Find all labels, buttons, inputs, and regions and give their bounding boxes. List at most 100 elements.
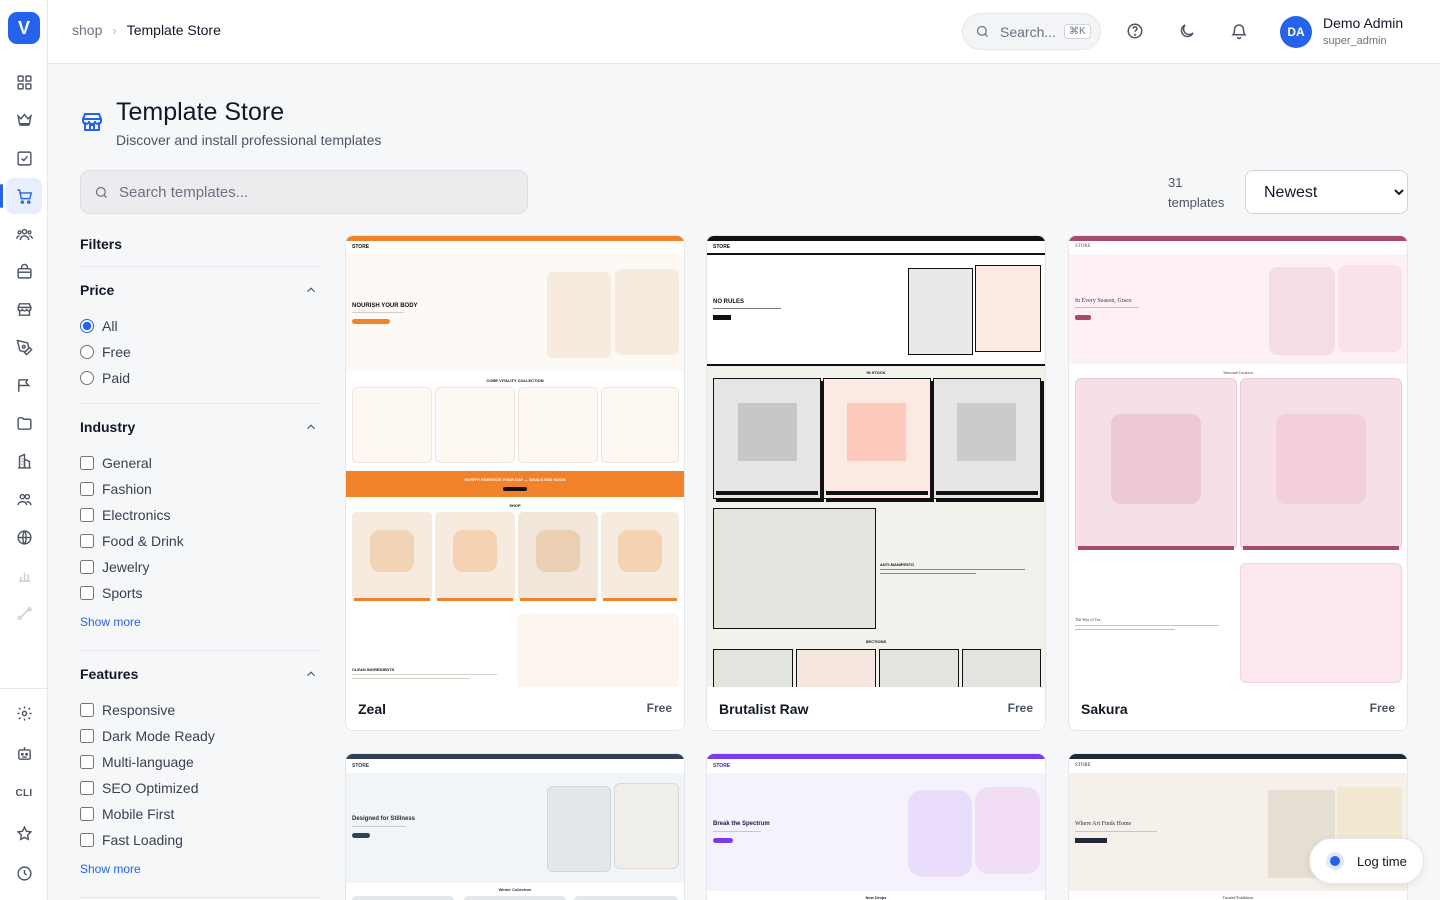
nav-history[interactable] (6, 855, 42, 891)
preview-brand: STORE (352, 244, 370, 250)
preview-product-image (536, 530, 580, 572)
features-checkbox[interactable] (80, 807, 94, 821)
nav-marketing[interactable] (6, 367, 42, 403)
breadcrumb-shop[interactable]: shop (72, 22, 102, 38)
nav-team[interactable] (6, 481, 42, 517)
preview-product (796, 649, 876, 687)
industry-option[interactable]: Sports (80, 585, 142, 601)
industry-option[interactable]: Food & Drink (80, 533, 184, 549)
chevron-up-icon[interactable] (304, 420, 318, 434)
preview-hero-title: Where Art Finds Home (1075, 821, 1132, 827)
preview-line (713, 831, 761, 832)
nav-shop[interactable] (0, 178, 42, 214)
filters-divider (80, 650, 320, 651)
nav-settings[interactable] (6, 695, 42, 731)
price-group-title[interactable]: Price (80, 282, 114, 298)
nav-routes[interactable] (6, 595, 42, 631)
price-radio-all[interactable] (80, 319, 94, 333)
user-name[interactable]: Demo Admin (1323, 15, 1403, 31)
industry-option[interactable]: General (80, 455, 152, 471)
template-search[interactable] (80, 170, 528, 214)
industry-checkbox[interactable] (80, 586, 94, 600)
notifications-button[interactable] (1228, 20, 1250, 42)
industry-checkbox[interactable] (80, 508, 94, 522)
industry-option[interactable]: Jewelry (80, 559, 149, 575)
global-search[interactable]: Search... ⌘K (962, 13, 1101, 50)
price-option-free[interactable]: Free (80, 344, 131, 360)
industry-show-more[interactable]: Show more (80, 615, 141, 629)
nav-favorites[interactable] (6, 815, 42, 851)
template-preview[interactable]: STORE Designed for Stillness Winter Coll… (346, 754, 684, 900)
template-preview[interactable]: STORE In Every Season, Grace Seasonal Cu… (1069, 236, 1407, 687)
flag-icon (17, 378, 30, 392)
industry-checkbox[interactable] (80, 534, 94, 548)
search-icon (976, 25, 988, 37)
features-option[interactable]: Mobile First (80, 806, 174, 822)
features-option[interactable]: Dark Mode Ready (80, 728, 215, 744)
template-card[interactable]: STORE Break the Spectrum New Drops (706, 753, 1046, 900)
preview-product-image (738, 403, 797, 461)
preview-section-title: IN STOCK (866, 370, 886, 375)
template-preview[interactable]: STORE Break the Spectrum New Drops (707, 754, 1045, 900)
nav-buildings[interactable] (6, 443, 42, 479)
nav-store[interactable] (6, 291, 42, 327)
features-option[interactable]: Fast Loading (80, 832, 183, 848)
template-card-zeal[interactable]: STORE NOURISH YOUR BODY CORE VITALITY CO… (345, 235, 685, 731)
features-checkbox[interactable] (80, 833, 94, 847)
price-radio-paid[interactable] (80, 371, 94, 385)
help-button[interactable] (1124, 20, 1146, 42)
template-search-input[interactable] (119, 183, 499, 201)
global-search-placeholder: Search... (1000, 23, 1057, 40)
nav-crown[interactable] (6, 101, 42, 137)
features-checkbox[interactable] (80, 781, 94, 795)
features-group-title[interactable]: Features (80, 666, 138, 682)
features-option[interactable]: SEO Optimized (80, 780, 198, 796)
bell-icon (1231, 24, 1247, 40)
price-radio-free[interactable] (80, 345, 94, 359)
nav-bot[interactable] (6, 735, 42, 771)
industry-checkbox[interactable] (80, 482, 94, 496)
features-checkbox[interactable] (80, 703, 94, 717)
industry-option[interactable]: Electronics (80, 507, 170, 523)
nav-dashboard[interactable] (6, 64, 42, 100)
log-time-button[interactable]: Log time (1309, 838, 1424, 884)
nav-analytics[interactable] (6, 557, 42, 593)
industry-checkbox[interactable] (80, 456, 94, 470)
nav-global[interactable] (6, 519, 42, 555)
chevron-up-icon[interactable] (304, 667, 318, 681)
nav-tasks[interactable] (6, 140, 42, 176)
preview-rule (707, 253, 1045, 255)
nav-cli[interactable]: CLI (6, 775, 42, 811)
chevron-up-icon[interactable] (304, 283, 318, 297)
features-checkbox[interactable] (80, 729, 94, 743)
nav-products[interactable] (6, 253, 42, 289)
price-option-all[interactable]: All (80, 318, 118, 334)
features-show-more[interactable]: Show more (80, 862, 141, 876)
preview-brand: STORE (713, 244, 731, 250)
nav-customers[interactable] (6, 216, 42, 252)
industry-option[interactable]: Fashion (80, 481, 152, 497)
avatar[interactable]: DA (1280, 16, 1312, 48)
features-option[interactable]: Responsive (80, 702, 175, 718)
preview-product (464, 896, 566, 900)
nav-design[interactable] (6, 329, 42, 365)
features-option[interactable]: Multi-language (80, 754, 194, 770)
template-preview[interactable]: STORE NOURISH YOUR BODY CORE VITALITY CO… (346, 236, 684, 687)
price-option-paid[interactable]: Paid (80, 370, 130, 386)
template-card-sakura[interactable]: STORE In Every Season, Grace Seasonal Cu… (1068, 235, 1408, 731)
option-label: Mobile First (102, 806, 175, 822)
preview-section-title: Winter Collection (498, 887, 532, 892)
template-card[interactable]: STORE Designed for Stillness Winter Coll… (345, 753, 685, 900)
preview-line (352, 826, 406, 827)
sort-select[interactable]: Newest (1245, 170, 1408, 214)
industry-checkbox[interactable] (80, 560, 94, 574)
preview-topbar (1069, 236, 1407, 241)
template-preview[interactable]: STORE NO RULES IN STOCK ANTI-MANIFESTO S… (707, 236, 1045, 687)
preview-product-button (520, 598, 596, 601)
template-card-brutalist-raw[interactable]: STORE NO RULES IN STOCK ANTI-MANIFESTO S… (706, 235, 1046, 731)
nav-files[interactable] (6, 405, 42, 441)
theme-toggle[interactable] (1176, 20, 1198, 42)
features-checkbox[interactable] (80, 755, 94, 769)
industry-group-title[interactable]: Industry (80, 419, 135, 435)
app-logo[interactable]: V (8, 12, 40, 44)
